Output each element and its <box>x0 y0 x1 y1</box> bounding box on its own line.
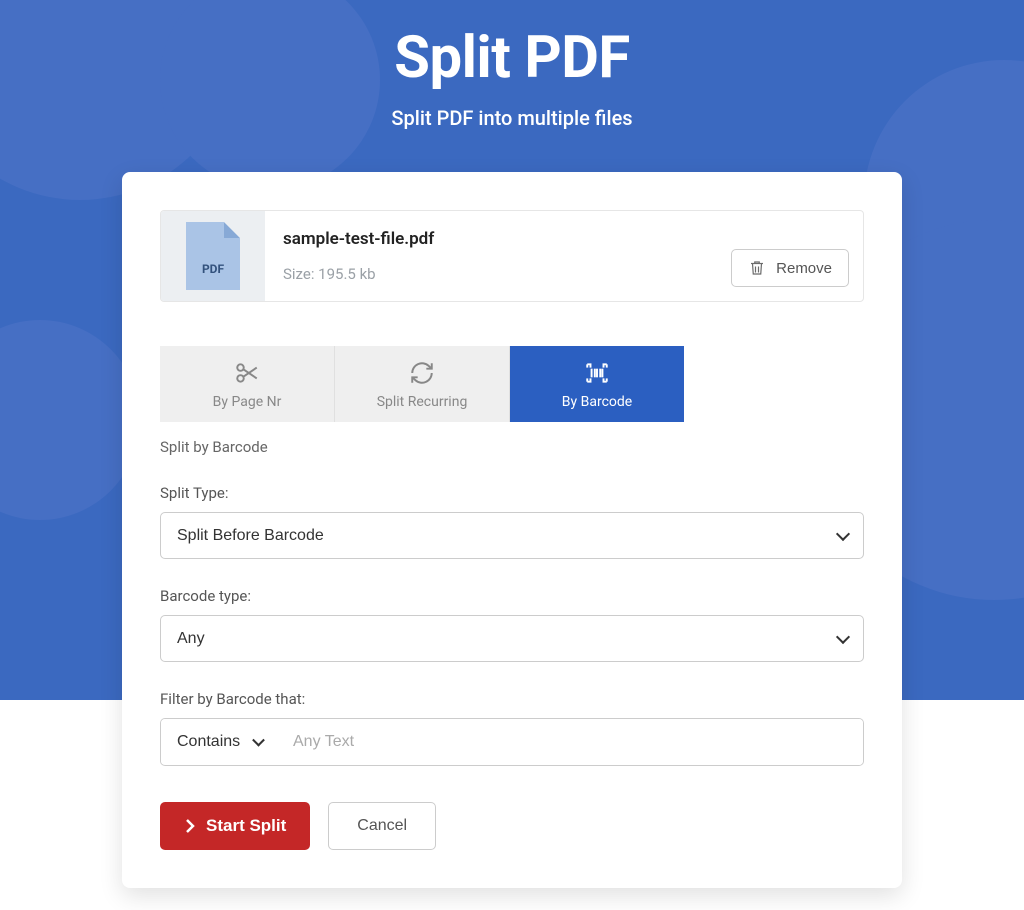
filter-text-input[interactable] <box>277 719 863 765</box>
refresh-icon <box>409 360 435 386</box>
cloud-decoration <box>0 320 140 520</box>
page-subtitle: Split PDF into multiple files <box>0 106 1024 130</box>
start-split-button[interactable]: Start Split <box>160 802 310 850</box>
pdf-icon-label: PDF <box>186 262 240 276</box>
scissors-icon <box>234 360 260 386</box>
filter-mode-wrap: Contains <box>161 719 277 765</box>
file-info: sample-test-file.pdf Size: 195.5 kb Remo… <box>265 211 863 301</box>
tab-label: By Page Nr <box>213 394 282 410</box>
tab-label: Split Recurring <box>377 394 468 410</box>
tab-label: By Barcode <box>562 394 632 410</box>
main-card: PDF sample-test-file.pdf Size: 195.5 kb … <box>122 172 902 888</box>
split-type-select-wrap: Split Before Barcode <box>160 512 864 559</box>
filter-label: Filter by Barcode that: <box>160 690 864 708</box>
start-split-label: Start Split <box>206 816 286 836</box>
split-type-label: Split Type: <box>160 484 864 502</box>
barcode-type-label: Barcode type: <box>160 587 864 605</box>
filter-mode-select[interactable]: Contains <box>161 719 277 764</box>
cancel-button[interactable]: Cancel <box>328 802 436 850</box>
split-mode-tabs: By Page Nr Split Recurring By Barcode <box>160 346 684 422</box>
remove-button-label: Remove <box>776 260 832 277</box>
file-name: sample-test-file.pdf <box>283 229 843 249</box>
split-type-select[interactable]: Split Before Barcode <box>160 512 864 559</box>
pdf-file-icon: PDF <box>186 222 240 290</box>
barcode-type-select[interactable]: Any <box>160 615 864 662</box>
tab-by-page-nr[interactable]: By Page Nr <box>160 346 335 422</box>
barcode-type-select-wrap: Any <box>160 615 864 662</box>
filter-row: Contains <box>160 718 864 766</box>
file-row: PDF sample-test-file.pdf Size: 195.5 kb … <box>160 210 864 302</box>
tab-split-recurring[interactable]: Split Recurring <box>335 346 510 422</box>
section-heading: Split by Barcode <box>160 438 864 456</box>
chevron-right-icon <box>184 818 196 834</box>
cancel-label: Cancel <box>357 817 407 834</box>
trash-icon <box>748 258 766 278</box>
barcode-icon <box>584 360 610 386</box>
file-thumbnail: PDF <box>161 211 265 301</box>
page-title: Split PDF <box>0 24 1024 92</box>
action-buttons: Start Split Cancel <box>160 802 864 850</box>
tab-by-barcode[interactable]: By Barcode <box>510 346 684 422</box>
remove-file-button[interactable]: Remove <box>731 249 849 287</box>
